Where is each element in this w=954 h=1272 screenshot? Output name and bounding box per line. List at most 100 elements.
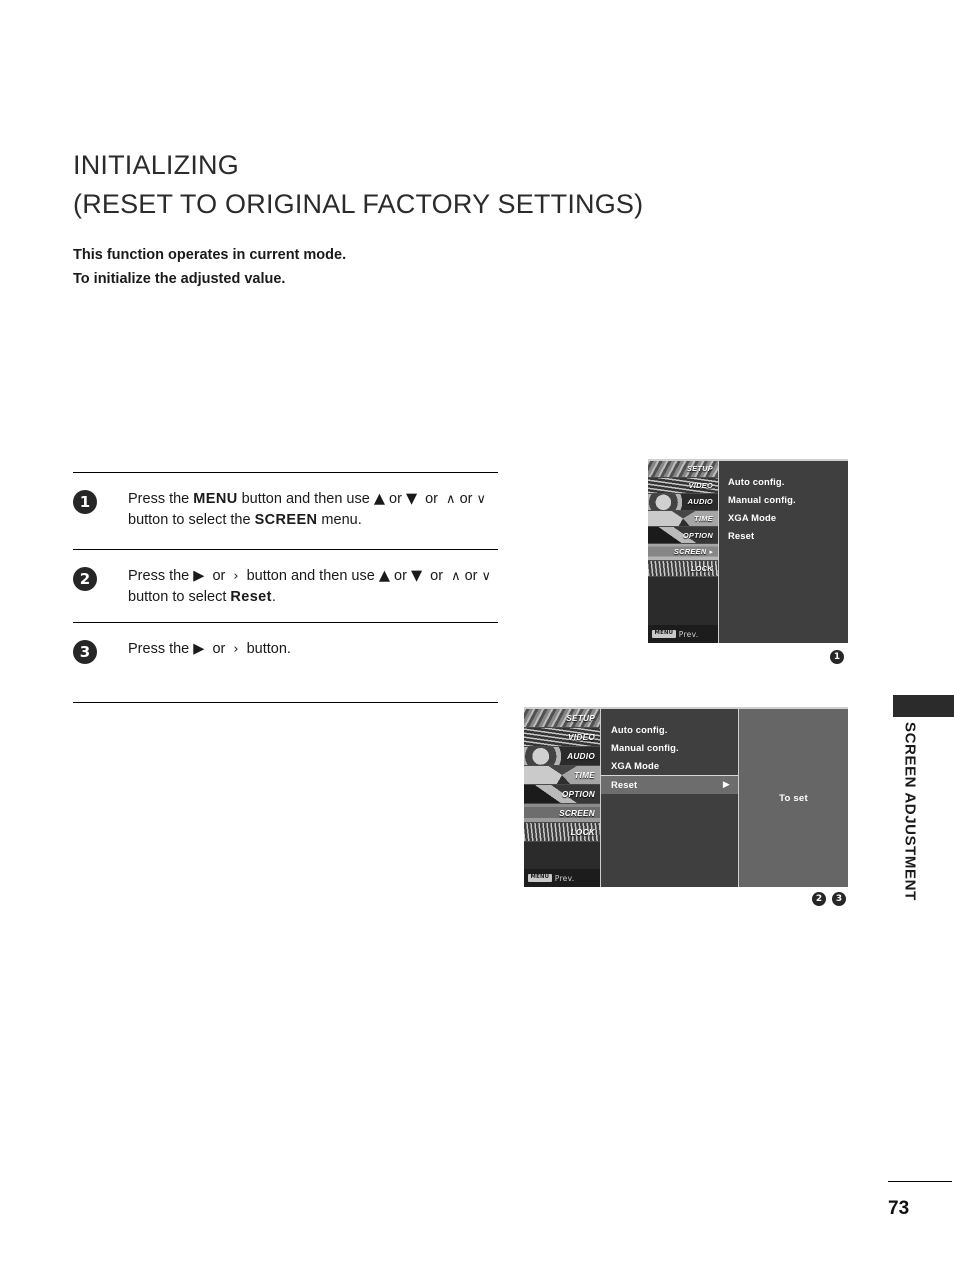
right-thin-icon: › xyxy=(233,642,239,657)
osd-1-sidebar-item-setup[interactable]: SETUP xyxy=(648,461,718,478)
osd-1-sidebar-item-screen[interactable]: SCREEN ▸ xyxy=(648,543,718,561)
osd-1-sidebar-item-time[interactable]: TIME xyxy=(648,510,718,528)
osd-2-row-manual-config[interactable]: Manual config. xyxy=(611,739,738,757)
figure-marker-3: 3 xyxy=(832,892,846,906)
page-title-line-2: (RESET TO ORIGINAL FACTORY SETTINGS) xyxy=(73,189,644,219)
step-3-text-b: button. xyxy=(242,641,291,657)
up-thin-icon: ∧ xyxy=(451,569,461,584)
osd-1-sidebar-item-option[interactable]: OPTION xyxy=(648,527,718,544)
osd-2-row-reset-selected[interactable]: Reset ▶ xyxy=(601,775,738,794)
right-solid-icon: ▶ xyxy=(193,641,205,657)
page-title: INITIALIZING (RESET TO ORIGINAL FACTORY … xyxy=(73,146,773,224)
osd-2-row-label: Reset xyxy=(611,779,638,790)
osd-2-sidebar-label-lock: LOCK xyxy=(570,827,595,837)
osd-2-right-panel: To set xyxy=(739,709,848,887)
osd-1-sidebar-label-setup: SETUP xyxy=(686,464,713,474)
step-3: 3 Press the ▶ or › button. xyxy=(73,623,498,678)
step-1-text-a: Press the xyxy=(128,491,194,507)
osd-2-sidebar-item-screen[interactable]: SCREEN xyxy=(524,804,600,823)
osd-1-sidebar-item-audio[interactable]: AUDIO xyxy=(648,494,718,511)
step-1-or-2: or xyxy=(421,491,443,507)
right-triangle-icon: ▶ xyxy=(722,780,730,790)
step-2-text-c: button to select xyxy=(128,589,231,605)
osd-2-sidebar-filler xyxy=(524,842,600,869)
step-2-number: 2 xyxy=(73,567,97,591)
step-2-text-d: . xyxy=(271,589,276,605)
side-tab-text: SCREEN ADJUSTMENT xyxy=(901,722,919,901)
osd-screenshot-screen-menu: SETUP VIDEO AUDIO TIME OPTION SCREEN ▸ L… xyxy=(648,459,848,643)
intro-paragraph: This function operates in current mode. … xyxy=(73,243,593,291)
page-number: 73 xyxy=(888,1198,910,1219)
osd-1-sidebar-filler xyxy=(648,577,718,625)
osd-1-sidebar-label-audio: AUDIO xyxy=(687,497,713,507)
side-tab-label: SCREEN ADJUSTMENT xyxy=(893,722,927,932)
osd-2-sidebar: SETUP VIDEO AUDIO TIME OPTION SCREEN LOC… xyxy=(524,709,601,887)
step-2-text-a: Press the xyxy=(128,568,194,584)
osd-2-row-label: Auto config. xyxy=(611,724,668,735)
step-1-or-3: or xyxy=(455,491,477,507)
osd-1-row-label: Auto config. xyxy=(728,476,785,487)
up-thin-icon: ∧ xyxy=(446,492,456,507)
osd-1-row-auto-config[interactable]: Auto config. xyxy=(728,473,848,491)
osd-1-sidebar-label-screen: SCREEN xyxy=(673,547,707,557)
step-1-number: 1 xyxy=(73,490,97,514)
osd-1-sidebar-label-time: TIME xyxy=(694,514,713,524)
osd-2-sidebar-item-time[interactable]: TIME xyxy=(524,766,600,785)
osd-1-sidebar-label-option: OPTION xyxy=(682,530,713,540)
intro-line-2: To initialize the adjusted value. xyxy=(73,271,286,287)
osd-2-sidebar-label-time: TIME xyxy=(574,770,595,780)
step-2-or-1: or xyxy=(208,568,230,584)
osd-1-sidebar-label-lock: LOCK xyxy=(690,563,713,573)
side-tab-block xyxy=(893,695,954,717)
steps-list: 1 Press the MENU button and then use ▲ o… xyxy=(73,472,498,703)
osd-2-sidebar-item-setup[interactable]: SETUP xyxy=(524,709,600,728)
figure-marker-group-23: 2 3 xyxy=(812,892,846,906)
osd-2-sidebar-label-screen: SCREEN xyxy=(559,808,595,818)
step-1-text-b: button and then use xyxy=(237,491,374,507)
osd-2-prev-label: Prev. xyxy=(554,873,575,883)
divider-after-step-3 xyxy=(73,702,498,703)
osd-2-row-xga-mode[interactable]: XGA Mode xyxy=(611,757,738,775)
step-1: 1 Press the MENU button and then use ▲ o… xyxy=(73,473,498,549)
osd-2-sidebar-item-audio[interactable]: AUDIO xyxy=(524,747,600,766)
intro-line-1: This function operates in current mode. xyxy=(73,247,347,263)
osd-1-sidebar-item-lock[interactable]: LOCK xyxy=(648,560,718,578)
down-thin-icon: ∨ xyxy=(481,569,492,584)
osd-1-row-manual-config[interactable]: Manual config. xyxy=(728,491,848,509)
osd-2-sidebar-label-audio: AUDIO xyxy=(567,751,595,761)
osd-1-sidebar: SETUP VIDEO AUDIO TIME OPTION SCREEN ▸ L… xyxy=(648,461,719,643)
osd-1-sidebar-item-video[interactable]: VIDEO xyxy=(648,477,718,495)
osd-1-row-xga-mode[interactable]: XGA Mode xyxy=(728,509,848,527)
osd-2-sidebar-item-lock[interactable]: LOCK xyxy=(524,823,600,842)
osd-1-prev-label: Prev. xyxy=(678,629,699,639)
osd-2-row-label: Manual config. xyxy=(611,742,679,753)
osd-2-to-set-label: To set xyxy=(779,792,808,804)
step-3-text-a: Press the xyxy=(128,641,194,657)
right-solid-icon: ▶ xyxy=(193,568,205,584)
figure-marker-group-1: 1 xyxy=(830,650,844,664)
step-2-text-b: button and then use xyxy=(242,568,379,584)
osd-1-row-reset[interactable]: Reset xyxy=(728,527,848,545)
osd-1-row-label: Reset xyxy=(728,530,755,541)
step-1-text-d: menu. xyxy=(317,512,362,528)
step-2-or-4: or xyxy=(460,568,482,584)
osd-1-sidebar-footer: MENU Prev. xyxy=(648,625,718,643)
menu-chip-icon: MENU xyxy=(652,629,676,639)
footer-rule xyxy=(888,1181,952,1182)
osd-1-row-label: XGA Mode xyxy=(728,512,777,523)
step-2-text: Press the ▶ or › button and then use ▲ o… xyxy=(128,566,498,608)
osd-2-row-label: XGA Mode xyxy=(611,760,660,771)
osd-2-main: Auto config. Manual config. XGA Mode Res… xyxy=(601,709,848,887)
step-1-menu-button-label: MENU xyxy=(193,491,238,507)
osd-1-sidebar-label-video: VIDEO xyxy=(688,480,713,490)
osd-1-main: Auto config. Manual config. XGA Mode Res… xyxy=(719,461,848,643)
osd-2-sidebar-item-video[interactable]: VIDEO xyxy=(524,728,600,747)
step-2-reset-label: Reset xyxy=(230,589,272,605)
osd-1-menu-list: Auto config. Manual config. XGA Mode Res… xyxy=(719,461,848,643)
step-2-or-3: or xyxy=(426,568,448,584)
menu-chip-icon: MENU xyxy=(528,873,552,883)
osd-2-row-auto-config[interactable]: Auto config. xyxy=(611,721,738,739)
page-title-line-1: INITIALIZING xyxy=(73,150,239,180)
step-1-text: Press the MENU button and then use ▲ or … xyxy=(128,489,498,531)
osd-2-sidebar-item-option[interactable]: OPTION xyxy=(524,785,600,804)
